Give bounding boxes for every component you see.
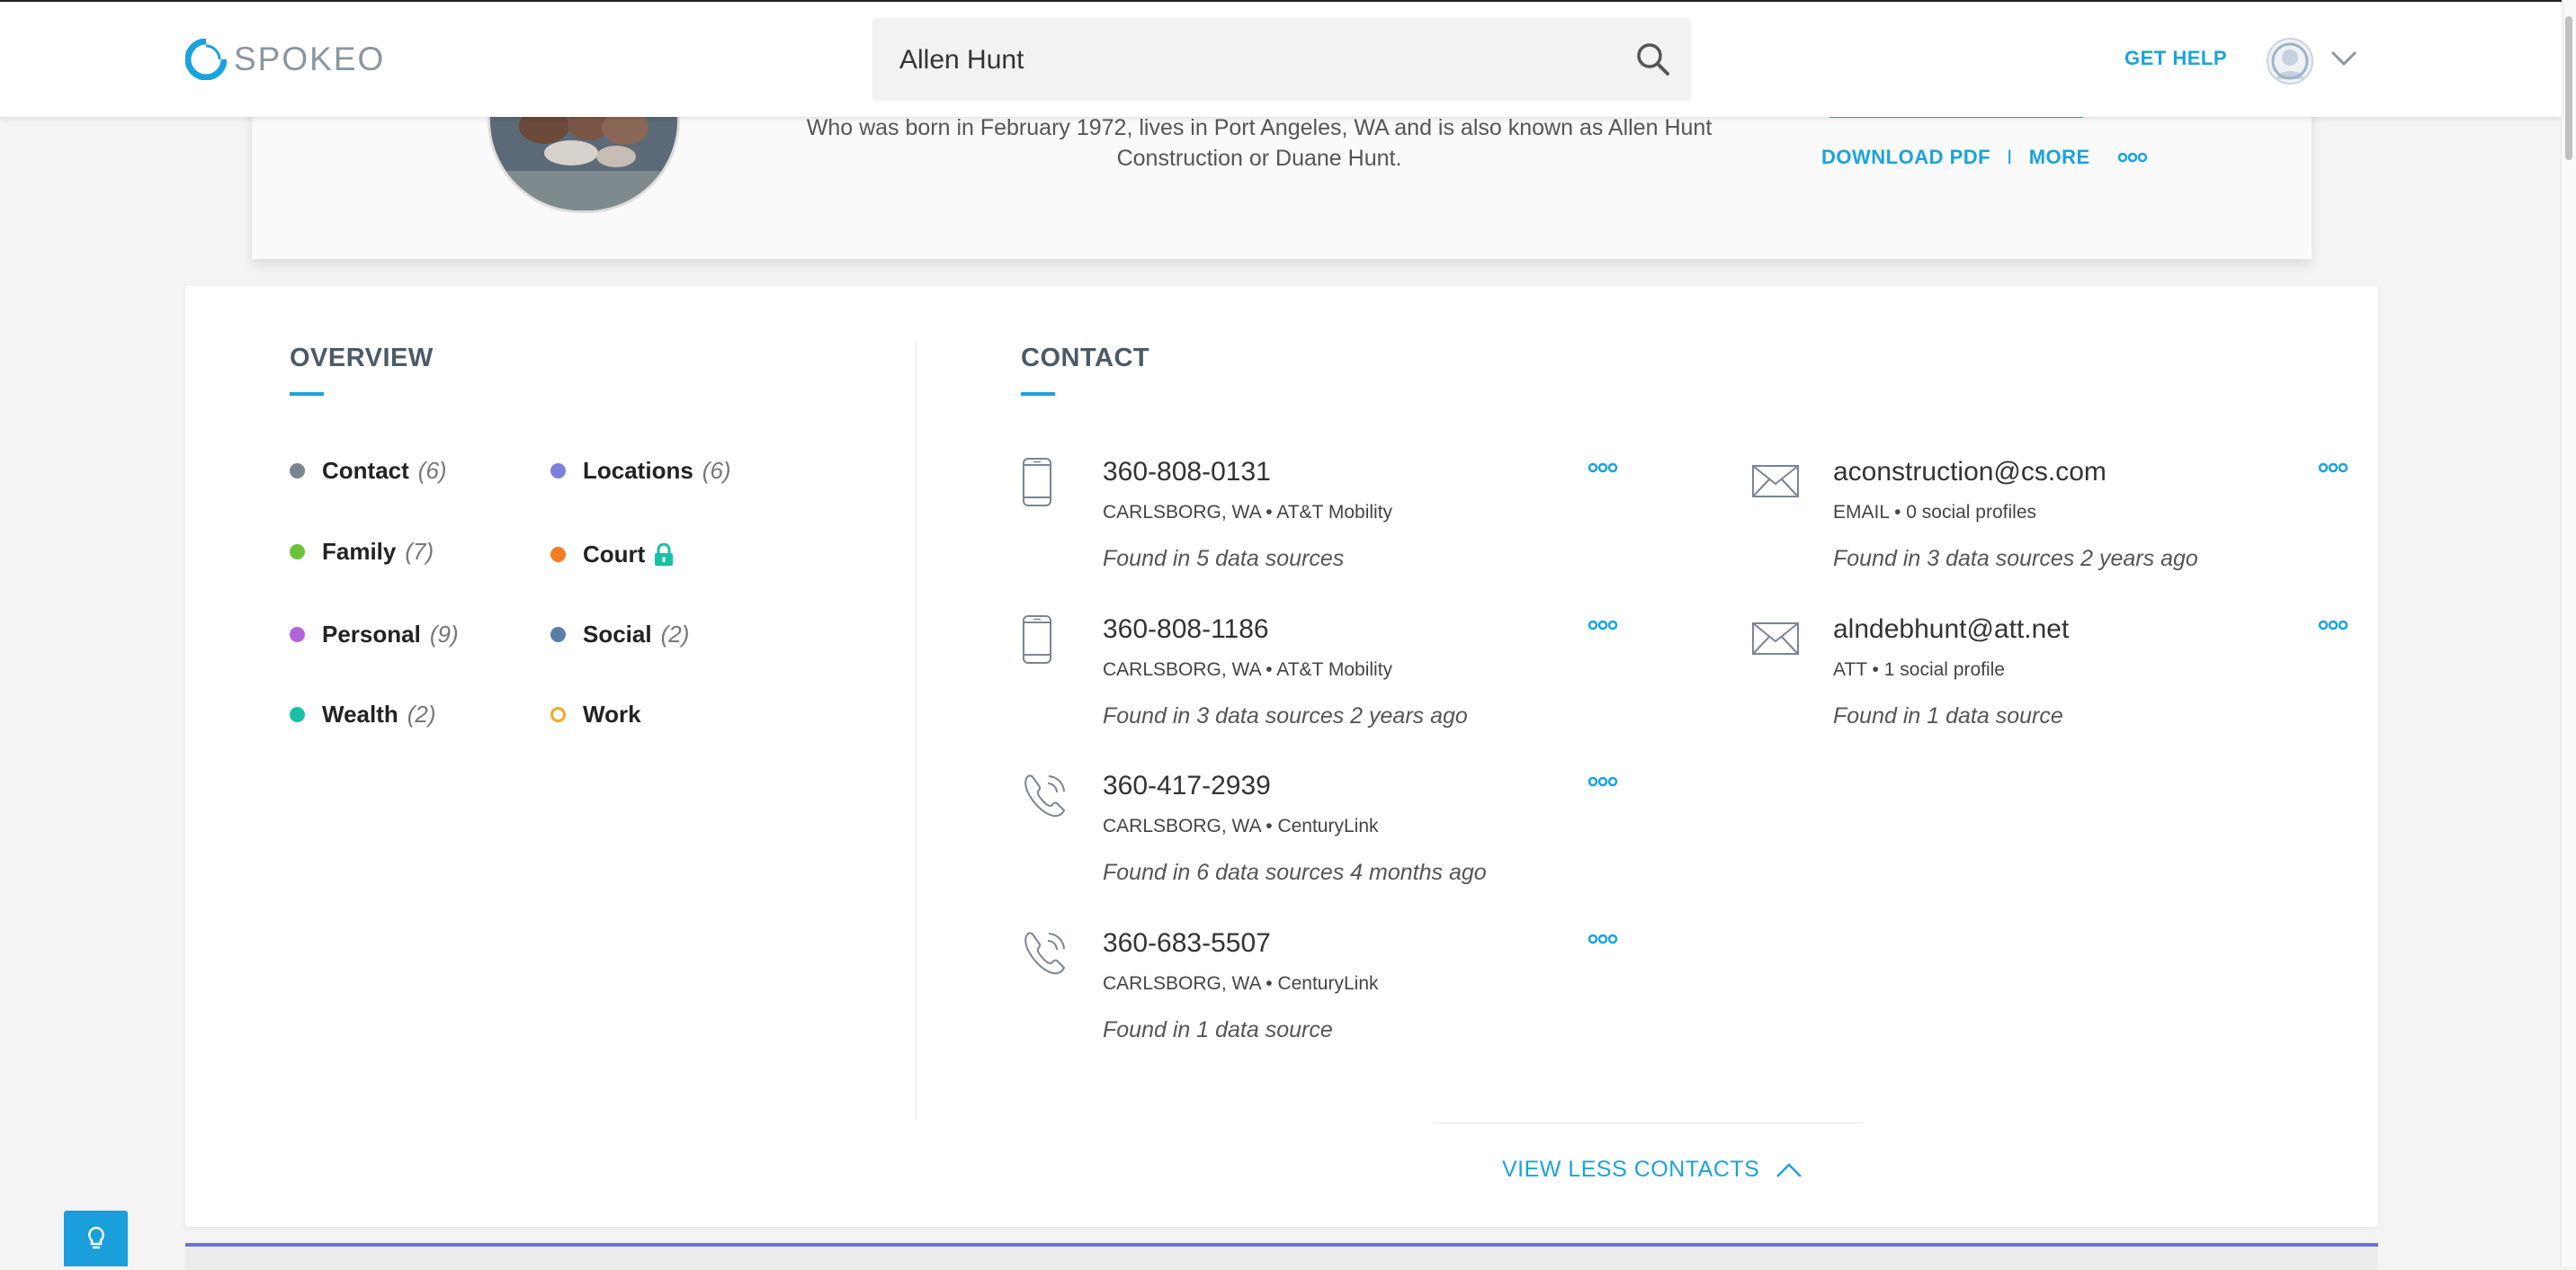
phone-number[interactable]: 360-808-0131 [1103, 457, 1271, 487]
overview-item-label: Court [583, 541, 646, 568]
overview-item-label: Wealth [322, 701, 398, 728]
overview-item-count: (6) [417, 457, 447, 484]
overview-item-label: Contact [322, 457, 409, 484]
overview-item-count: (2) [660, 621, 690, 648]
locations-dot [550, 463, 566, 478]
overview-title-underline [290, 392, 324, 396]
envelope-icon [1752, 465, 1799, 497]
user-avatar[interactable] [2267, 38, 2313, 85]
more-options-icon[interactable] [2318, 462, 2348, 473]
phone-sources: Found in 5 data sources [1103, 546, 1345, 571]
overview-item-label: Personal [322, 621, 421, 648]
view-less-label: VIEW LESS CONTACTS [1502, 1157, 1760, 1182]
phone-sources: Found in 1 data source [1103, 1017, 1333, 1042]
phone-number[interactable]: 360-683-5507 [1103, 928, 1271, 959]
overview-item-label: Locations [583, 457, 693, 484]
contact-title-underline [1021, 392, 1055, 396]
overview-item-contact[interactable]: Contact (6) [290, 457, 447, 485]
work-dot [550, 707, 566, 722]
phone-number[interactable]: 360-417-2939 [1103, 771, 1271, 801]
wealth-dot [290, 707, 305, 722]
lightbulb-icon [87, 1226, 104, 1249]
phone-entry: 360-808-1186 CARLSBORG, WA • AT&T Mobili… [1021, 614, 1632, 740]
email-entry: alndebhunt@att.net ATT • 1 social profil… [1751, 614, 2363, 740]
overview-item-social[interactable]: Social (2) [550, 621, 689, 648]
profile-actions: DOWNLOAD PDF I MORE [1821, 146, 2148, 169]
view-less-divider [1434, 1122, 1864, 1123]
more-options-icon[interactable] [2117, 152, 2148, 163]
contact-dot [290, 463, 305, 478]
phone-location-carrier: CARLSBORG, WA • CenturyLink [1103, 973, 1379, 994]
phone-location-carrier: CARLSBORG, WA • AT&T Mobility [1103, 659, 1393, 680]
family-dot [290, 544, 305, 559]
mobile-phone-icon [1023, 615, 1051, 664]
social-dot [550, 627, 566, 642]
feedback-button[interactable] [64, 1211, 128, 1266]
more-options-icon[interactable] [1588, 462, 1618, 473]
overview-item-count: (2) [407, 701, 436, 728]
overview-item-label: Work [583, 701, 641, 728]
email-type-profiles: ATT • 1 social profile [1833, 659, 2005, 680]
get-help-link[interactable]: GET HELP [2124, 47, 2227, 70]
phone-location-carrier: CARLSBORG, WA • AT&T Mobility [1103, 502, 1393, 523]
main-content-card: OVERVIEW Contact (6) Locations (6) Famil… [185, 286, 2378, 1227]
user-avatar-icon [2268, 40, 2312, 83]
overview-item-count: (7) [405, 538, 434, 565]
phone-number[interactable]: 360-808-1186 [1103, 614, 1269, 645]
envelope-icon [1752, 622, 1799, 655]
email-address[interactable]: aconstruction@cs.com [1833, 457, 2106, 487]
overview-item-wealth[interactable]: Wealth (2) [290, 701, 436, 729]
section-divider [916, 342, 917, 1119]
phone-entry: 360-808-0131 CARLSBORG, WA • AT&T Mobili… [1021, 457, 1632, 583]
more-options-icon[interactable] [1588, 776, 1618, 787]
overview-item-label: Family [322, 538, 397, 565]
scrollbar-thumb[interactable] [2565, 16, 2572, 160]
more-link[interactable]: MORE [2029, 146, 2090, 169]
email-entry: aconstruction@cs.com EMAIL • 0 social pr… [1751, 457, 2363, 583]
landline-phone-icon [1024, 932, 1066, 975]
search-box [872, 18, 1691, 103]
spokeo-logo-icon [185, 39, 227, 80]
view-less-contacts-button[interactable]: VIEW LESS CONTACTS [1502, 1157, 1802, 1183]
phone-location-carrier: CARLSBORG, WA • CenturyLink [1103, 816, 1379, 836]
contact-title: CONTACT [1021, 344, 1150, 372]
email-sources: Found in 3 data sources 2 years ago [1833, 546, 2198, 571]
email-type-profiles: EMAIL • 0 social profiles [1833, 502, 2036, 523]
overview-title: OVERVIEW [290, 344, 434, 372]
overview-item-family[interactable]: Family (7) [290, 538, 434, 566]
brand-name: SPOKEO [234, 40, 386, 77]
personal-dot [290, 627, 305, 642]
spokeo-logo[interactable]: SPOKEO [185, 38, 385, 81]
top-header: SPOKEO GET HELP [0, 0, 2562, 117]
overview-item-label: Social [583, 621, 652, 648]
download-pdf-link[interactable]: DOWNLOAD PDF [1821, 146, 1990, 169]
page-scrollbar[interactable] [2561, 0, 2576, 1266]
phone-entry: 360-417-2939 CARLSBORG, WA • CenturyLink… [1021, 771, 1632, 897]
landline-phone-icon [1024, 774, 1066, 818]
action-separator: I [2007, 146, 2013, 168]
chevron-up-icon [1776, 1162, 1802, 1177]
more-options-icon[interactable] [2318, 620, 2348, 631]
overview-item-locations[interactable]: Locations (6) [550, 457, 731, 485]
overview-item-court[interactable]: Court [550, 541, 674, 568]
chevron-down-icon[interactable] [2330, 49, 2358, 68]
search-icon[interactable] [1633, 40, 1673, 79]
court-dot [550, 547, 566, 562]
search-input[interactable] [898, 18, 1603, 103]
email-address[interactable]: alndebhunt@att.net [1833, 614, 2069, 645]
more-options-icon[interactable] [1588, 934, 1618, 944]
mobile-phone-icon [1023, 458, 1051, 506]
overview-item-work[interactable]: Work [550, 701, 641, 729]
profile-description: Who was born in February 1972, lives in … [806, 115, 1713, 171]
overview-item-count: (6) [702, 457, 731, 484]
email-sources: Found in 1 data source [1833, 703, 2063, 729]
phone-sources: Found in 3 data sources 2 years ago [1103, 703, 1468, 729]
phone-entry: 360-683-5507 CARLSBORG, WA • CenturyLink… [1021, 928, 1632, 1054]
overview-item-count: (9) [429, 621, 459, 648]
phone-sources: Found in 6 data sources 4 months ago [1103, 860, 1487, 885]
more-options-icon[interactable] [1588, 620, 1618, 631]
lock-icon [655, 542, 674, 566]
overview-item-personal[interactable]: Personal (9) [290, 621, 459, 648]
